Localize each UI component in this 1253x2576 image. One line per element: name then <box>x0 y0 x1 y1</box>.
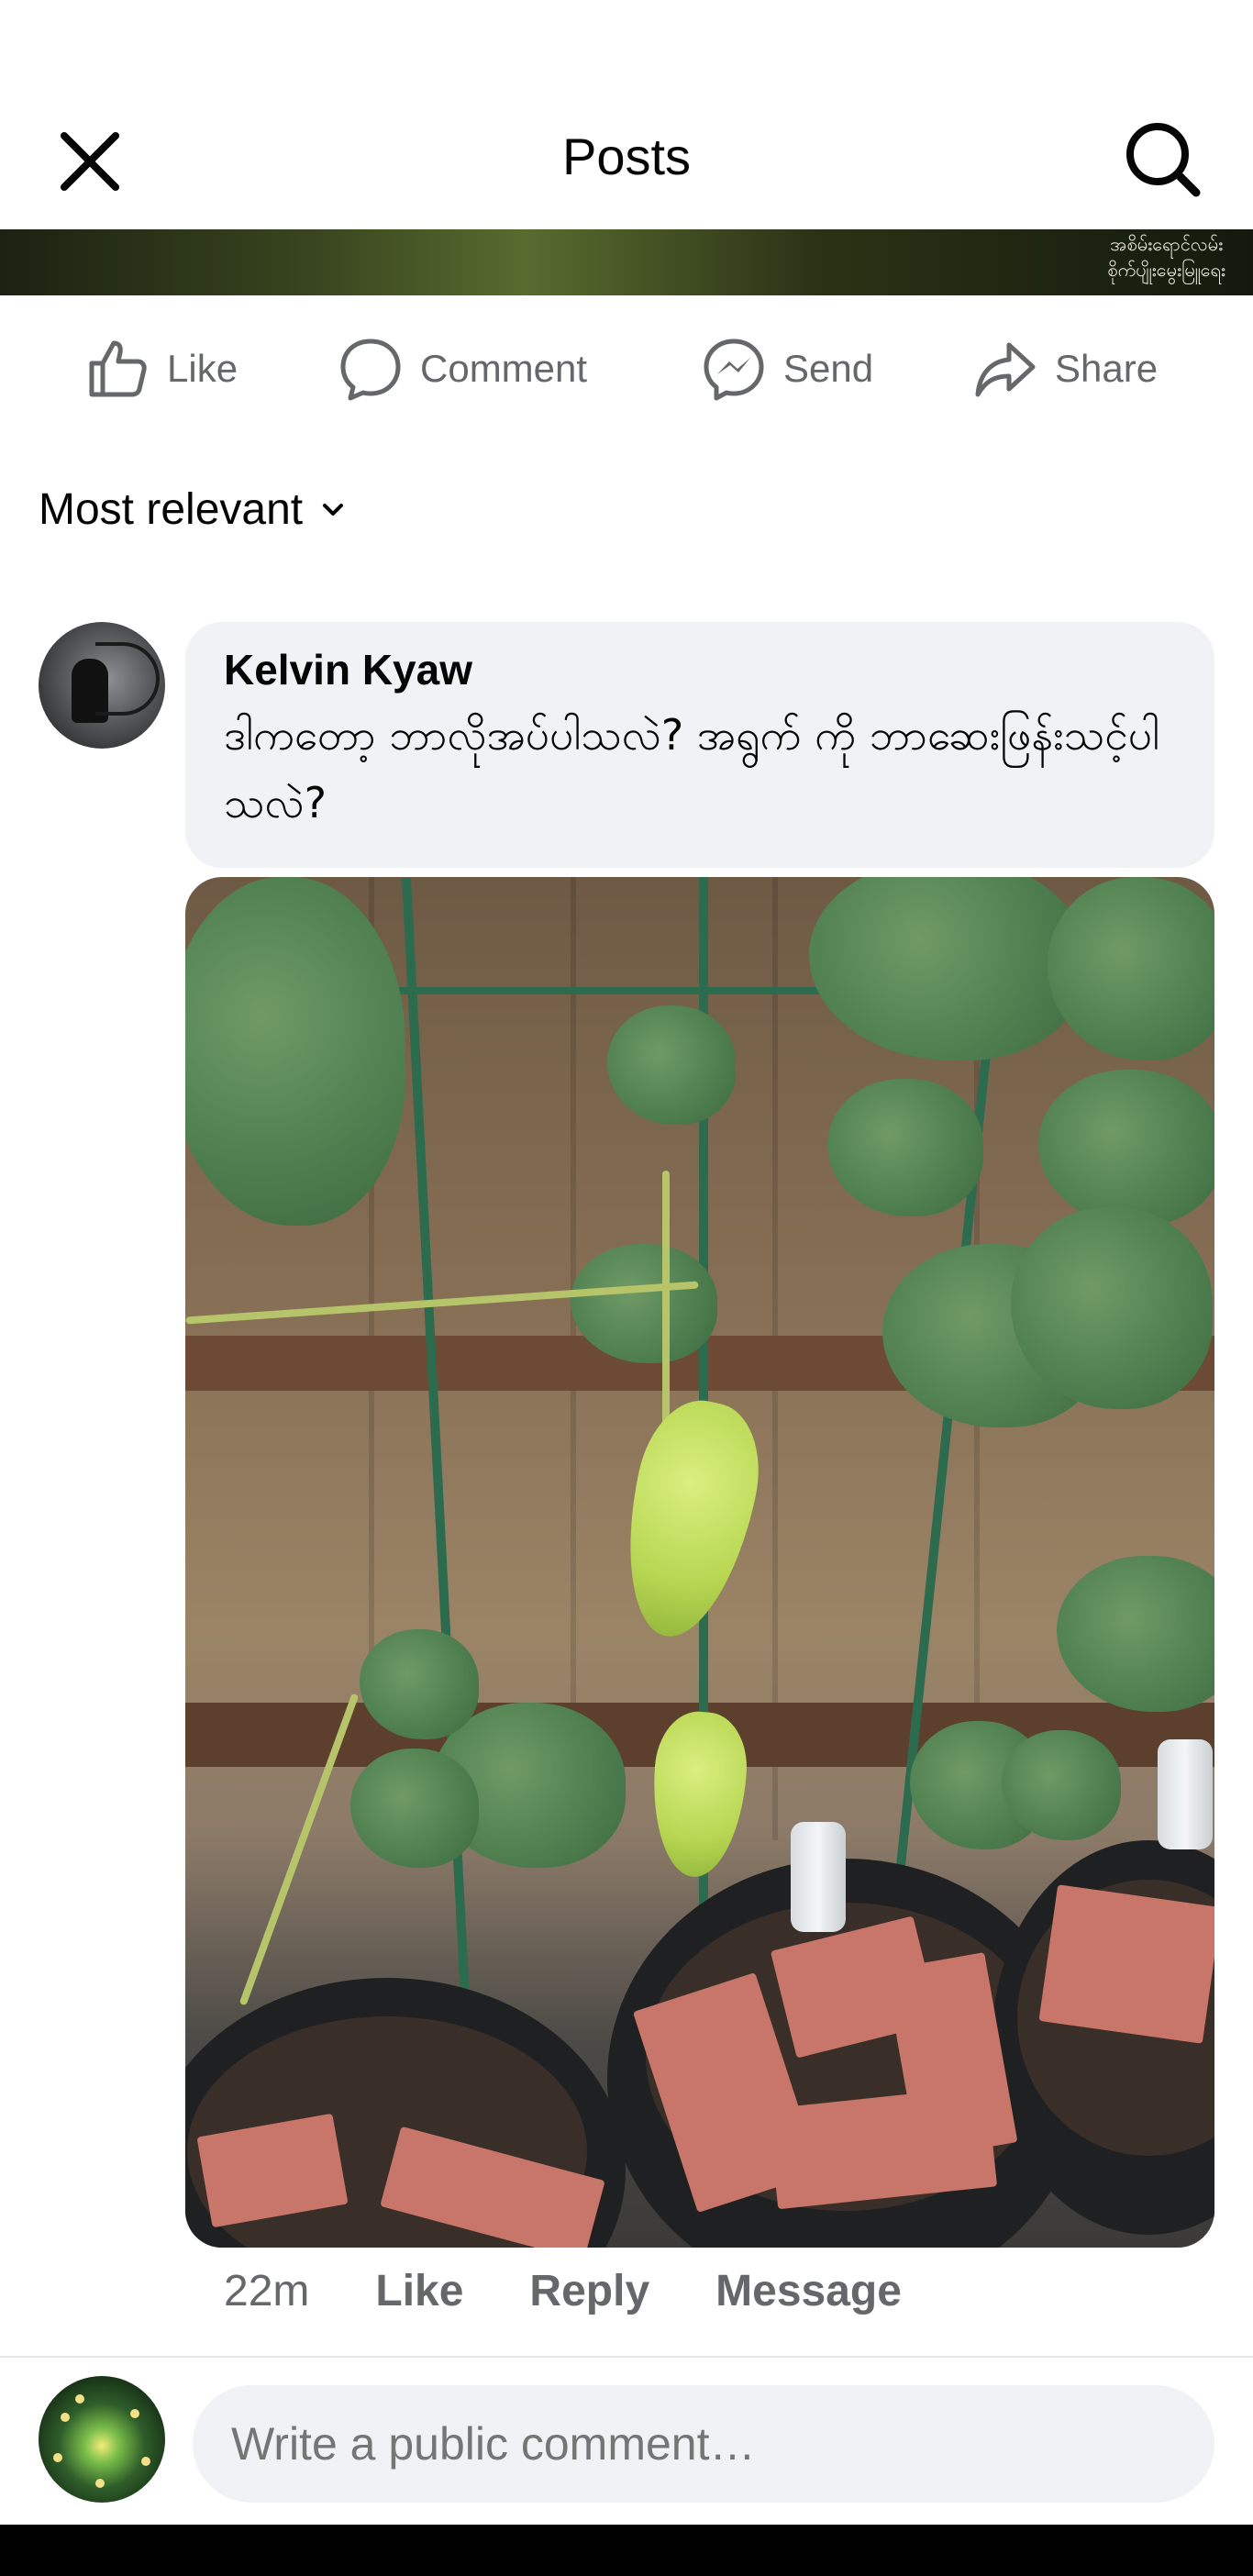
water-bottle <box>791 1822 846 1932</box>
messenger-icon <box>704 339 764 401</box>
banner-line-1: အစိမ်းရောင်လမ်း <box>1110 233 1224 255</box>
avatar[interactable] <box>39 622 165 749</box>
search-icon[interactable] <box>1121 117 1203 200</box>
chevron-down-icon <box>323 503 344 516</box>
post-action-bar: Like Comment Send Share <box>0 295 1253 442</box>
leaf <box>185 877 405 1226</box>
comment-meta: 22m Like Reply Message <box>224 2266 968 2316</box>
leaf <box>827 1079 983 1216</box>
comment-timestamp: 22m <box>224 2267 310 2315</box>
leaf <box>1038 1070 1214 1226</box>
vine <box>662 1171 670 1427</box>
thumbs-up-icon <box>89 340 147 397</box>
comment-reply-link[interactable]: Reply <box>529 2266 649 2316</box>
post-image-strip[interactable]: အစိမ်းရောင်လမ်း စိုက်ပျိုးမွေးမြူရေး <box>0 229 1253 295</box>
avatar-bow-shape <box>95 642 160 716</box>
leaf <box>350 1749 479 1868</box>
comment-button[interactable]: Comment <box>338 332 587 405</box>
gourd <box>647 1708 751 1881</box>
leaf <box>1048 877 1214 1060</box>
comment-text: ဒါကတော့ ဘာလိုအပ်ပါသလဲ? အရွက် ကို ဘာဆေးဖြ… <box>224 710 1159 827</box>
send-button[interactable]: Send <box>701 332 873 405</box>
leaf <box>1057 1556 1214 1712</box>
share-button[interactable]: Share <box>972 332 1158 405</box>
send-label: Send <box>783 347 874 390</box>
leaf <box>360 1629 479 1739</box>
share-label: Share <box>1055 347 1159 390</box>
comment-input[interactable] <box>193 2385 1214 2503</box>
water-bottle <box>1158 1739 1213 1849</box>
gourd <box>606 1390 773 1649</box>
like-button[interactable]: Like <box>84 332 238 405</box>
trellis-bar <box>401 877 474 2070</box>
share-icon <box>975 342 1036 397</box>
page-title: Posts <box>561 128 692 185</box>
like-label: Like <box>167 347 238 390</box>
divider <box>0 2356 1253 2358</box>
banner-line-2: စိုက်ပျိုးမွေးမြူရေး <box>1107 259 1225 281</box>
comment-like-link[interactable]: Like <box>375 2266 463 2316</box>
comment-author[interactable]: Kelvin Kyaw <box>224 644 1176 695</box>
leaf <box>1002 1730 1121 1840</box>
comment-bubble[interactable]: Kelvin Kyaw ဒါကတော့ ဘာလိုအပ်ပါသလဲ? အရွက်… <box>185 622 1214 868</box>
brick <box>1038 1884 1214 2044</box>
banner-watermark: အစိမ်းရောင်လမ်း စိုက်ပျိုးမွေးမြူရေး <box>1107 231 1225 283</box>
user-avatar[interactable] <box>39 2376 165 2503</box>
leaf <box>607 1005 736 1125</box>
top-bar: Posts <box>0 0 1253 229</box>
system-nav-bar <box>0 2525 1253 2576</box>
comment-photo[interactable] <box>185 877 1214 2248</box>
comment-message-link[interactable]: Message <box>715 2266 902 2316</box>
comment-icon <box>340 339 401 401</box>
comment-sort-dropdown[interactable]: Most relevant <box>39 484 347 535</box>
leaf <box>809 877 1084 1060</box>
sort-label: Most relevant <box>39 485 304 534</box>
comment-label: Comment <box>420 347 588 390</box>
